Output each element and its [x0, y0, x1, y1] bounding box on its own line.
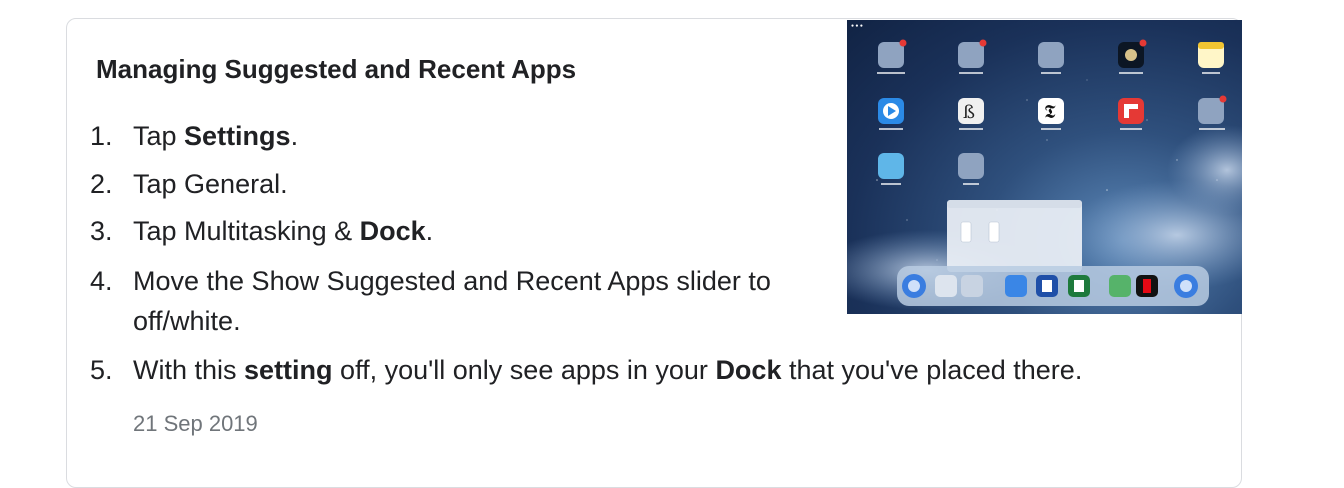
- app-folder-icon: [1198, 98, 1224, 124]
- step-number: 5.: [90, 355, 113, 385]
- app-folder-icon: [958, 42, 984, 68]
- dock-app-icon: [935, 275, 957, 297]
- app-icon-row-3: [878, 153, 984, 179]
- publish-date: 21 Sep 2019: [133, 411, 258, 436]
- step-number: 2.: [90, 168, 113, 199]
- app-folder-icon: [958, 153, 984, 179]
- step-text: Move the Show Suggested and Recent Apps …: [133, 265, 771, 336]
- card-title: Managing Suggested and Recent Apps: [96, 54, 577, 84]
- messages-icon: [1109, 275, 1131, 297]
- step-text: With this setting off, you'll only see a…: [133, 355, 1083, 385]
- app-icon-row-2: ß 𝕿: [878, 95, 1227, 124]
- step-text: Tap General.: [133, 168, 288, 199]
- step-text: Tap Settings.: [133, 121, 299, 151]
- svg-text:𝕿: 𝕿: [1044, 101, 1056, 123]
- step-item: 4. Move the Show Suggested and Recent Ap…: [88, 261, 798, 341]
- app-switcher-panel: [947, 200, 1082, 272]
- svg-text:ß: ß: [963, 102, 975, 123]
- step-number: 1.: [90, 121, 113, 151]
- files-icon: [1005, 275, 1027, 297]
- ipad-screenshot-thumbnail[interactable]: ● ● ● ß 𝕿: [847, 20, 1242, 314]
- app-icon-row-1: [878, 39, 1224, 68]
- step-item: 5. With this setting off, you'll only se…: [88, 352, 1082, 388]
- app-folder-icon: [1038, 42, 1064, 68]
- flipboard-icon: [1118, 98, 1144, 124]
- dock-app-icon: [961, 275, 983, 297]
- step-number: 3.: [90, 216, 113, 246]
- dock: [897, 266, 1209, 306]
- status-bar: ● ● ●: [851, 23, 863, 29]
- ipad-home-screen-image: ● ● ● ß 𝕿: [847, 23, 1242, 310]
- step-text: Tap Multitasking & Dock.: [133, 216, 434, 246]
- app-icon: [878, 153, 904, 179]
- step-number: 4.: [90, 265, 113, 296]
- app-folder-icon: [878, 42, 904, 68]
